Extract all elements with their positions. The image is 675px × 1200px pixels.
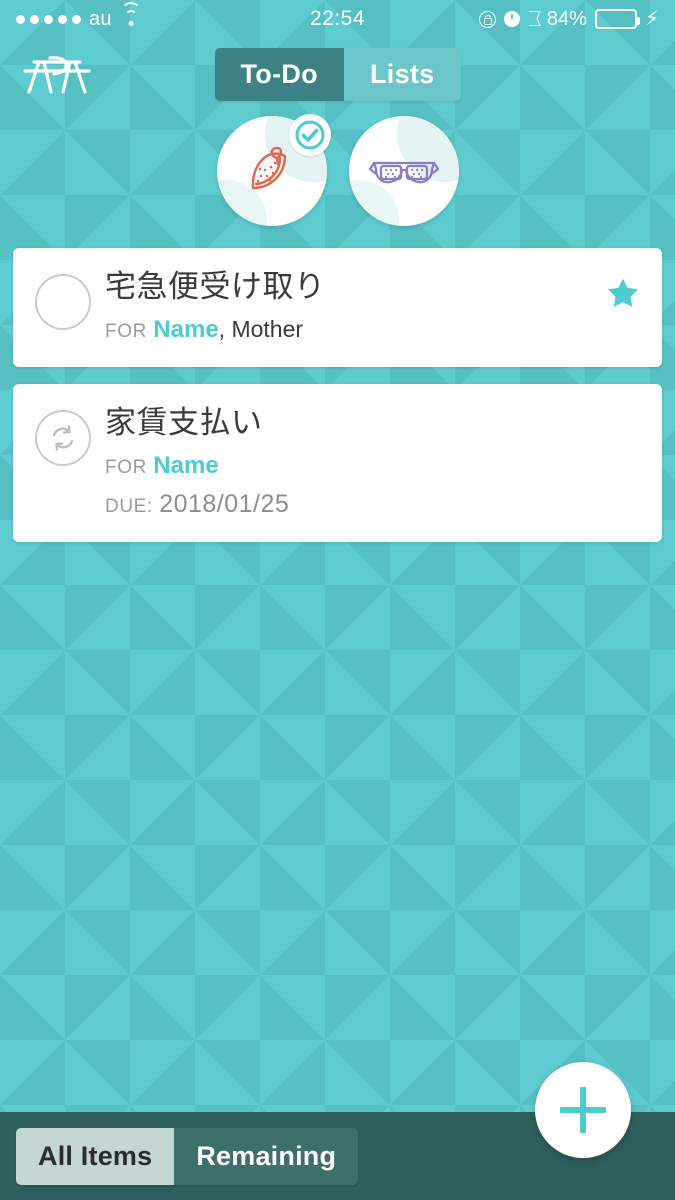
due-label: DUE:	[105, 495, 153, 517]
picnic-table-logo-icon	[20, 50, 94, 98]
repeat-circle-icon[interactable]	[35, 409, 91, 466]
star-filled-icon[interactable]	[606, 276, 640, 315]
plus-icon-vertical	[580, 1087, 586, 1133]
rotation-lock-icon	[478, 10, 496, 28]
eyeglasses-icon	[368, 161, 439, 184]
task-title: 家賃支払い	[105, 404, 263, 441]
carrier-label: au	[89, 7, 112, 30]
table-row[interactable]: 家賃支払い FOR Name DUE: 2018/01/25	[13, 383, 662, 543]
task-assignee-line: FOR Name, Mother	[105, 314, 606, 345]
status-bar-left: au	[16, 2, 142, 31]
status-bar-right: 84% ⚡	[478, 7, 659, 31]
filter-remaining[interactable]: Remaining	[174, 1127, 359, 1185]
task-list: 宅急便受け取り FOR Name, Mother 家賃支払い FOR Name …	[0, 248, 675, 543]
task-due-line: DUE: 2018/01/25	[105, 488, 640, 521]
empty-circle-icon[interactable]	[35, 274, 91, 330]
due-value: 2018/01/25	[159, 489, 290, 518]
assignee-name: Name	[153, 451, 219, 479]
status-bar: au 22:54 84% ⚡	[0, 0, 675, 38]
battery-icon	[594, 9, 640, 29]
assignee-name: Name	[153, 315, 219, 343]
task-content: 家賃支払い FOR Name DUE: 2018/01/25	[105, 404, 640, 520]
avatar-glasses[interactable]	[348, 116, 459, 226]
task-assignee-line: FOR Name	[105, 450, 640, 481]
table-row[interactable]: 宅急便受け取り FOR Name, Mother	[13, 248, 662, 367]
app-header: To-Do Lists	[0, 38, 675, 110]
watermelon-slice-icon	[251, 146, 286, 190]
tab-todo[interactable]: To-Do	[214, 47, 344, 101]
task-content: 宅急便受け取り FOR Name, Mother	[105, 268, 606, 345]
app-screen: au 22:54 84% ⚡ To-Do Lists 宅急便受け取り FOR N…	[0, 0, 675, 1200]
alarm-clock-icon	[503, 11, 520, 27]
add-task-button[interactable]	[535, 1062, 631, 1158]
view-mode-tabs[interactable]: To-Do Lists	[214, 47, 461, 101]
assignee-extra: , Mother	[218, 315, 304, 342]
tab-lists[interactable]: Lists	[343, 47, 461, 101]
avatar-glasses-wrap	[348, 116, 459, 226]
lightning-bolt-icon: ⚡	[644, 8, 659, 30]
wifi-icon	[120, 2, 142, 27]
battery-percent-label: 84%	[546, 7, 587, 30]
bluetooth-icon	[528, 10, 539, 28]
task-title: 宅急便受け取り	[105, 269, 326, 305]
for-label: FOR	[105, 456, 147, 478]
filter-tabs[interactable]: All Items Remaining	[16, 1127, 359, 1185]
for-label: FOR	[105, 320, 147, 342]
signal-strength-icon	[16, 14, 81, 24]
member-avatar-row	[0, 114, 675, 226]
filter-all-items[interactable]: All Items	[16, 1127, 175, 1185]
avatar-watermelon-wrap	[216, 114, 331, 226]
